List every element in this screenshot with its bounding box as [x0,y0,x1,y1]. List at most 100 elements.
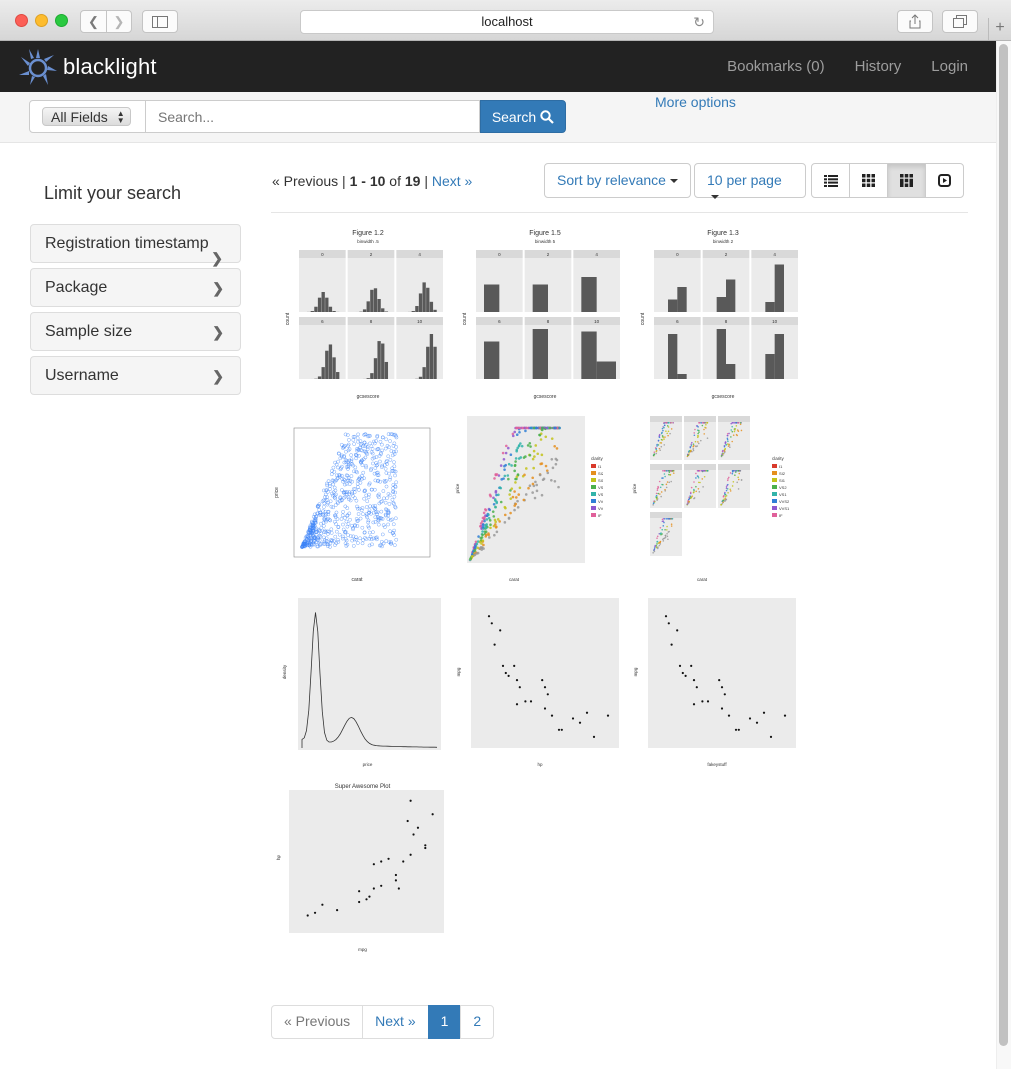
x-axis-label: price [363,762,373,767]
legend-item: VS2 [598,485,603,490]
next-page-link[interactable]: Next » [432,173,472,189]
plot-title: Figure 1.3 [707,230,739,237]
x-axis-label: carat [351,577,363,583]
address-bar[interactable]: localhost ↻ [300,10,714,34]
result-thumbnail[interactable]: mpg hp [455,594,625,770]
view-list-button[interactable] [811,163,850,198]
result-thumbnail[interactable]: price carat clarity I1 SI2 SI1 VS2 VS1 VVS2 VVS1 I… [632,412,802,585]
pagination-page-1[interactable]: 1 [427,1005,462,1039]
tabs-icon [953,15,967,28]
y-axis-label: density [282,664,287,679]
masonry-icon [900,174,913,187]
plot-thumbnail-image: Figure 1.5binwidth 5countgcsescore0 2 46 8 1… [462,230,620,400]
plot-thumbnail-image: density price [282,598,441,767]
y-axis-label: price [274,487,280,498]
legend-item: SI2 [598,471,603,476]
address-text: localhost [481,14,533,29]
result-thumbnail[interactable]: density price [280,594,445,770]
result-thumbnail[interactable]: Super Awesome Plot hp mpg [275,780,450,955]
x-axis-label: mpg [358,947,367,952]
view-type-group [811,163,964,198]
search-button[interactable]: Search [480,100,566,133]
facet-label: 10 [594,319,600,324]
separator: | [424,173,428,189]
plot-thumbnail-image: Super Awesome Plot hp mpg [276,784,444,952]
zoom-window-button[interactable] [55,14,68,27]
plot-title: Figure 1.5 [529,230,561,237]
show-tabs-button[interactable] [942,10,978,33]
x-axis-label: gcsescore [534,394,557,400]
result-thumbnail[interactable]: price carat clarity I1 SI2 SI1 VS2 VS1 VVS2 VVS1 I… [455,412,603,585]
page-info: « Previous | 1 - 10 of 19 | Next » [272,173,472,189]
chevron-right-icon: ❯ [212,368,224,384]
view-slideshow-button[interactable] [925,163,964,198]
search-bar: All Fields ▲▼ Search More options [0,92,996,143]
facet-package[interactable]: Package ❯ [30,268,241,307]
x-axis-label: gcsescore [712,394,735,400]
range-end: 10 [369,173,386,189]
plot-subtitle: binwidth 2 [713,239,734,244]
chevron-right-icon: ❯ [211,250,223,266]
per-page-label: 10 per page [707,172,782,188]
search-form: All Fields ▲ ▼ Search [29,100,566,133]
search-input[interactable] [146,100,480,133]
result-thumbnail[interactable]: price carat [272,420,442,585]
pagination: « Previous Next » 1 2 [271,1005,495,1039]
chevron-right-icon: ❯ [212,324,224,340]
facet-label: Registration timestamp [45,235,209,252]
facet-label: 10 [417,319,423,324]
new-tab-button[interactable]: + [988,18,1011,40]
search-icon [540,109,554,124]
results-divider [271,212,968,213]
back-button[interactable]: ❮ [80,10,107,33]
sidebar-toggle-button[interactable] [142,10,178,33]
facet-label: Package [45,279,108,296]
sort-label: Sort by relevance [557,172,666,188]
more-options-link[interactable]: More options [655,94,736,110]
x-axis-label: gcsescore [357,394,380,400]
brand-link[interactable]: blacklight [18,46,157,88]
blacklight-logo-icon [19,49,57,85]
y-axis-label: price [455,483,460,493]
per-page-dropdown[interactable]: 10 per page [694,163,806,200]
plot-title: Figure 1.2 [352,230,384,237]
view-masonry-button[interactable] [887,163,926,198]
reload-icon[interactable]: ↻ [693,11,705,33]
sort-dropdown[interactable]: Sort by relevance [544,163,691,198]
legend-item: SI1 [598,478,603,483]
pagination-next[interactable]: Next » [362,1005,429,1039]
plot-thumbnail-image: price carat clarity I1 SI2 SI1 VS2 VS1 VVS2 VVS1 I… [632,416,790,582]
view-gallery-button[interactable] [849,163,888,198]
share-button[interactable] [897,10,933,33]
y-axis-label: price [632,483,637,493]
legend-item: IF [779,513,783,518]
result-thumbnail[interactable]: Figure 1.2 binwidth .5 count gcsescore 0 2 4 6 8… [283,226,453,402]
facet-label: 10 [772,319,778,324]
forward-button[interactable]: ❯ [106,10,132,33]
legend-item: VVS2 [779,499,790,504]
login-link[interactable]: Login [931,58,968,75]
minimize-window-button[interactable] [35,14,48,27]
result-thumbnail[interactable]: Figure 1.5 binwidth 5 count gcsescore 0 2 4 6 8 1… [460,226,630,402]
search-field-select-control[interactable]: All Fields ▲ ▼ [42,107,131,126]
result-thumbnail[interactable]: Figure 1.3 binwidth 2 count gcsescore 0 2 4 6 8 1… [638,226,808,402]
plot-thumbnail-image: price carat [274,427,431,583]
caret-down-icon [669,179,678,184]
scrollbar-thumb[interactable] [999,44,1008,1046]
search-field-select[interactable]: All Fields ▲ ▼ [29,100,146,133]
brand-name: blacklight [63,54,157,79]
x-axis-label: carat [509,577,520,582]
plot-thumbnail-image: price carat clarity I1 SI2 SI1 VS2 VS1 VVS2 VVS1 I… [455,416,603,582]
facet-label: Username [45,367,119,384]
legend-item: I1 [779,464,783,469]
history-link[interactable]: History [855,58,902,75]
facet-username[interactable]: Username ❯ [30,356,241,395]
y-axis-label: hp [276,855,281,861]
close-window-button[interactable] [15,14,28,27]
facet-sample-size[interactable]: Sample size ❯ [30,312,241,351]
result-thumbnail[interactable]: mpg fakeystuff [632,594,802,770]
pagination-page-2[interactable]: 2 [460,1005,495,1039]
facet-registration-timestamp[interactable]: Registration timestamp ❯ [30,224,241,266]
y-axis-label: count [285,312,291,325]
bookmarks-link[interactable]: Bookmarks (0) [727,58,825,75]
